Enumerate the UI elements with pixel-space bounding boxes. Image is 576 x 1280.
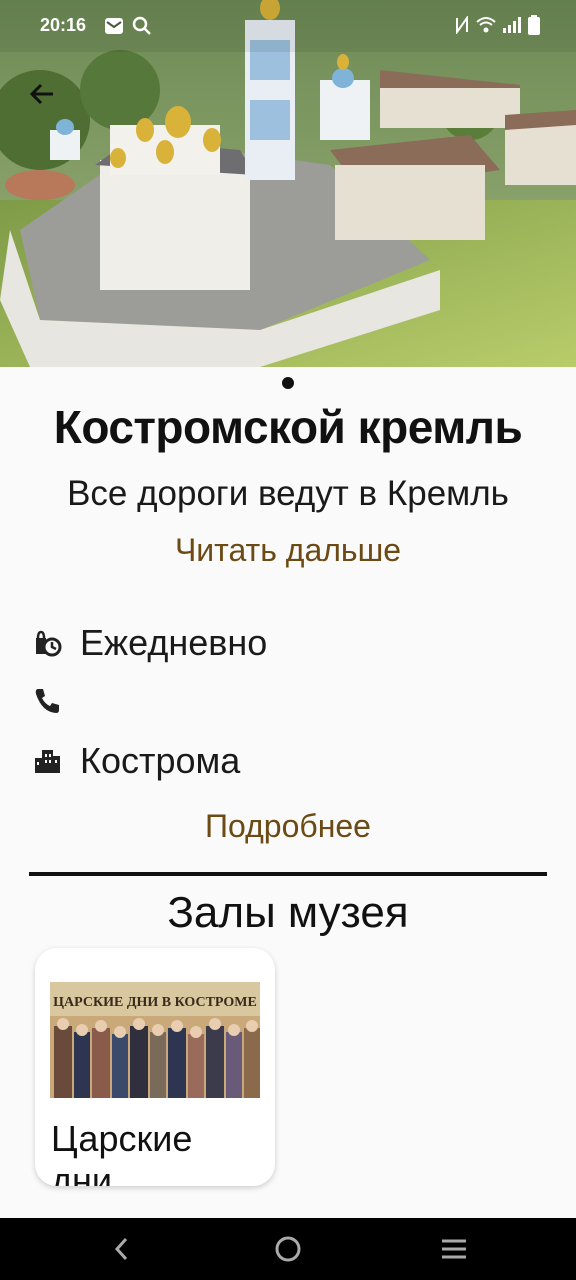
- schedule-text: Ежедневно: [80, 622, 268, 663]
- city-icon: [30, 744, 64, 778]
- hall-card[interactable]: ЦАРСКИЕ ДНИ В КОСТРОМЕ Царские дни: [35, 948, 275, 1186]
- hero-image: [0, 0, 576, 367]
- nav-recents-button[interactable]: [434, 1232, 474, 1266]
- nav-back-icon: [114, 1237, 128, 1261]
- city-text: Кострома: [80, 740, 241, 781]
- place-subtitle: Все дороги ведут в Кремль: [67, 474, 509, 513]
- place-title: Костромской кремль: [53, 401, 523, 453]
- back-button[interactable]: [22, 74, 62, 114]
- divider: [29, 872, 547, 876]
- phone-row[interactable]: [30, 684, 80, 718]
- city-row: Кострома: [30, 740, 240, 782]
- details-link[interactable]: Подробнее: [0, 808, 576, 845]
- wifi-icon: [476, 17, 496, 33]
- navigation-bar: [0, 1218, 576, 1280]
- schedule-icon: [30, 626, 64, 660]
- status-time: 20:16: [40, 15, 87, 35]
- nav-home-icon: [275, 1236, 301, 1262]
- nfc-icon: [456, 16, 468, 34]
- halls-section-title: Залы музея: [167, 888, 409, 937]
- schedule-row: Ежедневно: [30, 622, 267, 664]
- mail-icon: [105, 18, 123, 34]
- hall-card-banner-text: ЦАРСКИЕ ДНИ В КОСТРОМЕ: [53, 995, 257, 1010]
- hall-card-title: Царские дни: [51, 1118, 193, 1186]
- arrow-back-icon: [29, 83, 53, 105]
- page-indicator-dot: [282, 377, 294, 389]
- nav-menu-icon: [442, 1239, 466, 1259]
- nav-home-button[interactable]: [268, 1232, 308, 1266]
- battery-icon: [528, 15, 540, 35]
- read-more-link[interactable]: Читать дальше: [0, 532, 576, 569]
- signal-icon: [503, 17, 521, 33]
- search-icon: [132, 16, 151, 35]
- nav-back-button[interactable]: [102, 1232, 142, 1266]
- status-bar: 20:16: [0, 0, 576, 52]
- phone-icon: [30, 684, 64, 718]
- hall-card-image: ЦАРСКИЕ ДНИ В КОСТРОМЕ: [50, 982, 260, 1098]
